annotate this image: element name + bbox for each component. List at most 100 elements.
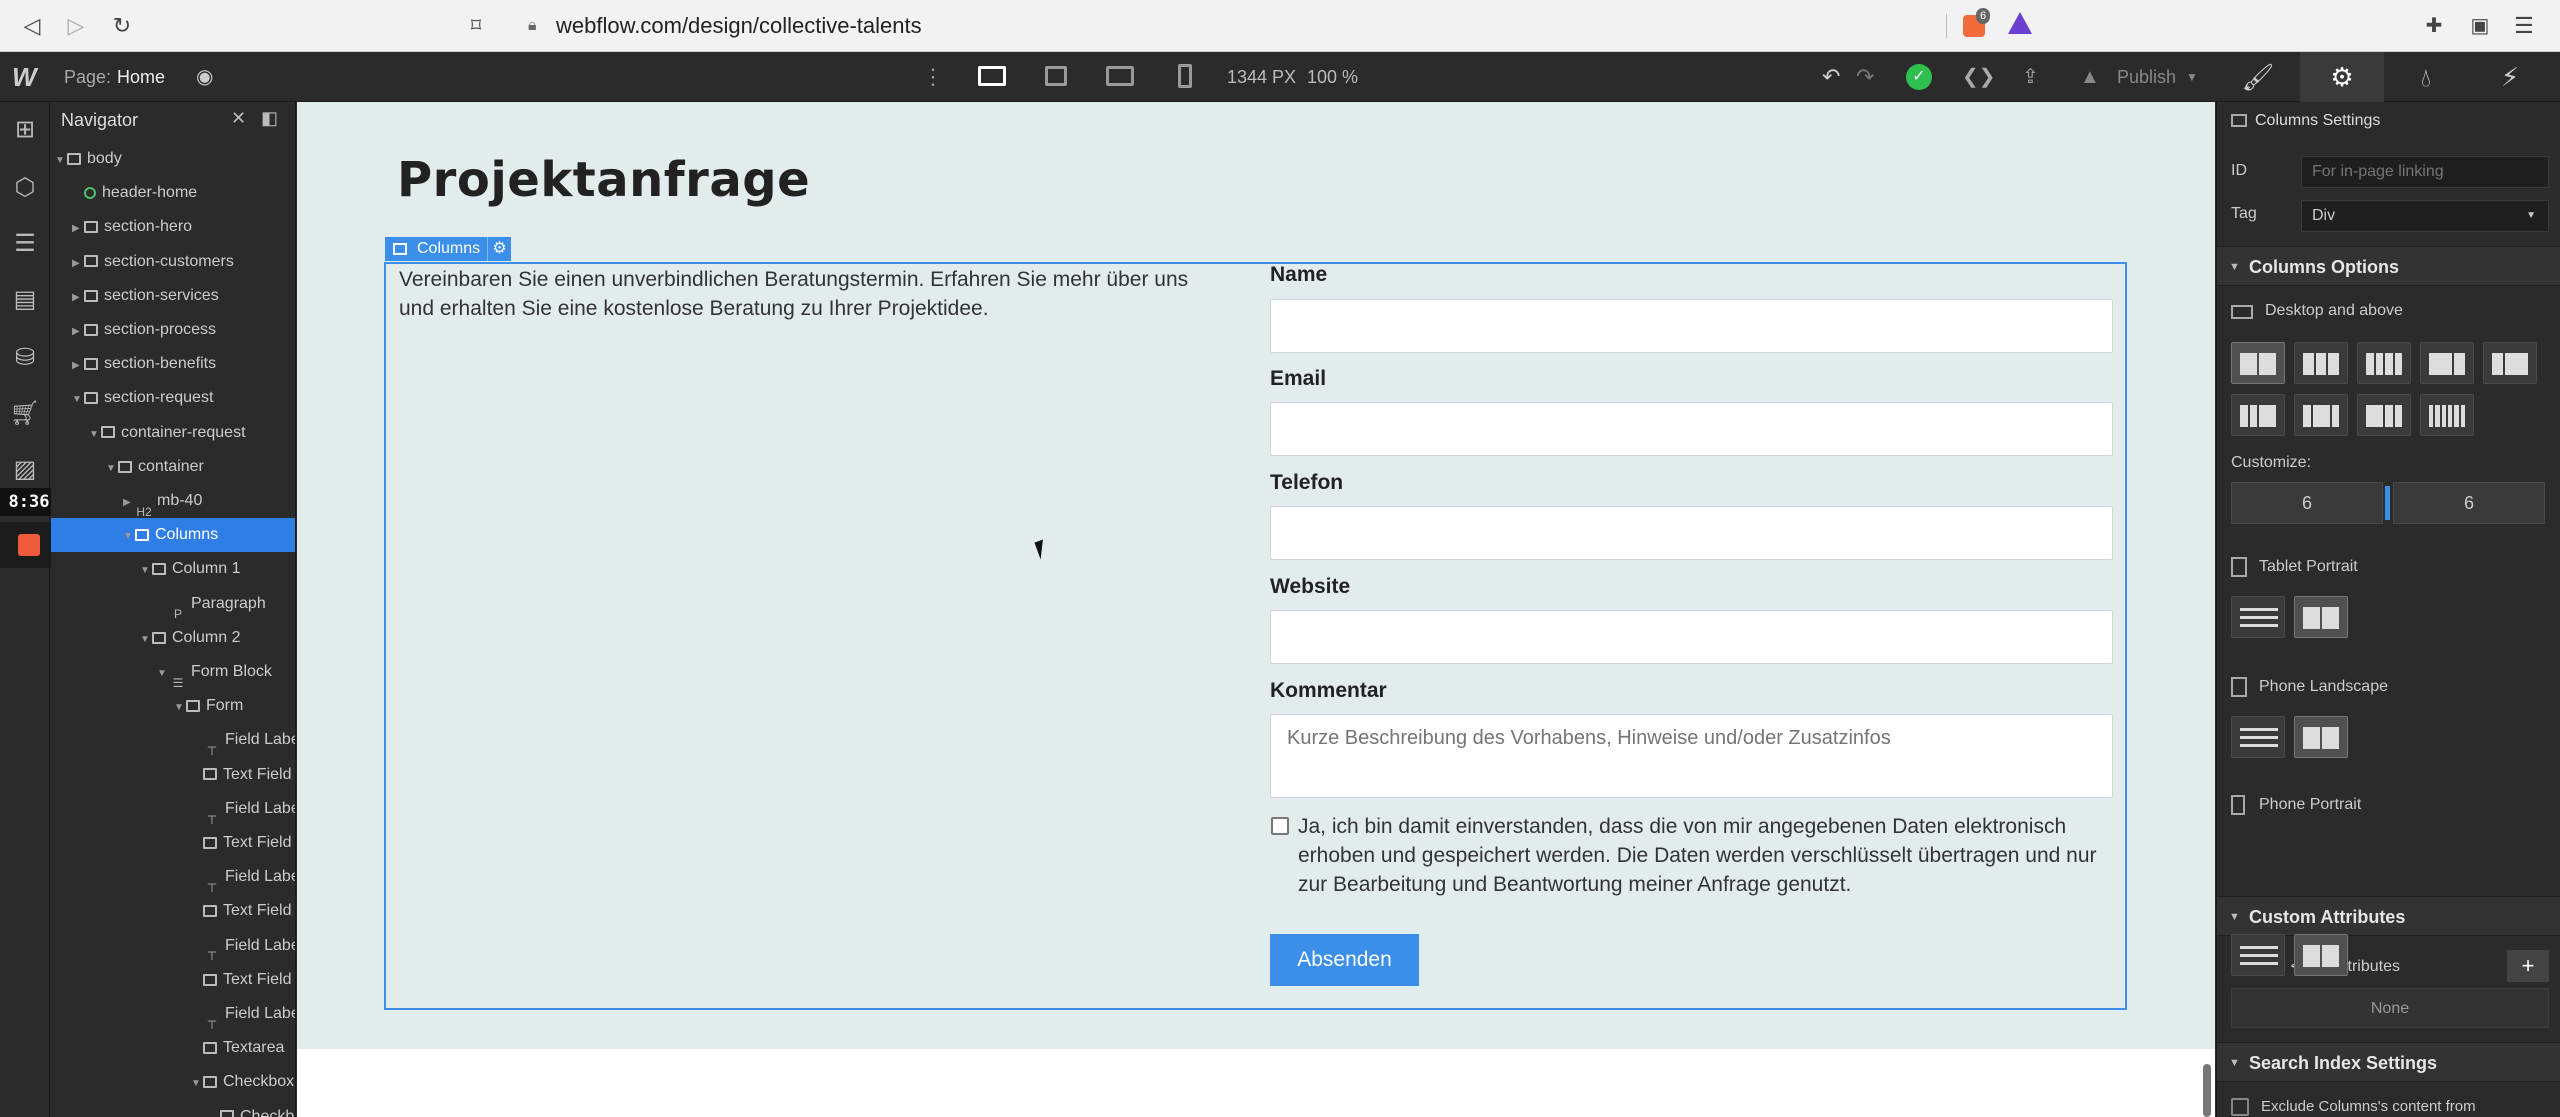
comment-textarea[interactable]	[1270, 714, 2113, 798]
style-tab-brush-icon[interactable]: 🖌︎	[2216, 52, 2300, 102]
navigator-item[interactable]: ▶ section-benefits	[51, 347, 295, 383]
name-field[interactable]	[1270, 299, 2113, 353]
caret-down-icon[interactable]: ▼	[123, 520, 135, 554]
navigator-item[interactable]: ▼ Column 2	[51, 621, 295, 655]
navigator-item[interactable]: Text Field	[51, 894, 295, 928]
exclude-checkbox[interactable]	[2231, 1098, 2249, 1116]
caret-down-icon[interactable]: ▼	[191, 1067, 203, 1101]
navigator-item[interactable]: ▼ Checkbox	[51, 1065, 295, 1101]
column-layout-preset[interactable]	[2357, 394, 2411, 436]
column-layout-preset[interactable]	[2231, 342, 2285, 384]
bookmark-icon[interactable]: ⌑	[462, 12, 490, 40]
close-icon[interactable]: ✕	[231, 108, 246, 129]
cms-database-icon[interactable]: ⛁	[9, 342, 41, 374]
navigator-item[interactable]: ▶ section-hero	[51, 210, 295, 246]
phone-field[interactable]	[1270, 506, 2113, 560]
email-field[interactable]	[1270, 402, 2113, 456]
custom-attributes-header[interactable]: ▼ Custom Attributes	[2217, 896, 2560, 936]
column-layout-preset[interactable]	[2420, 342, 2474, 384]
caret-right-icon[interactable]: ▶	[72, 315, 84, 349]
column-span-1[interactable]: 6	[2231, 482, 2383, 524]
more-options-icon[interactable]: ⋮	[922, 52, 944, 102]
stacked-layout-button[interactable]	[2231, 716, 2285, 758]
navigator-item[interactable]: P Paragraph	[51, 587, 295, 622]
stacked-layout-button[interactable]	[2231, 596, 2285, 638]
page-heading[interactable]: Projektanfrage	[397, 152, 810, 208]
rewards-icon[interactable]	[2008, 12, 2032, 34]
navigator-item[interactable]: ⊤ Field Labe	[51, 929, 295, 964]
navigator-item[interactable]: header-home	[51, 176, 295, 210]
preview-eye-icon[interactable]: ◉	[196, 52, 213, 102]
navigator-item[interactable]: Text Field	[51, 758, 295, 792]
back-icon[interactable]: ◁	[18, 12, 46, 40]
column-layout-preset[interactable]	[2231, 394, 2285, 436]
navigator-layers-icon[interactable]: ☰	[9, 228, 41, 260]
caret-down-icon[interactable]: ▼	[89, 418, 101, 452]
column-layout-preset[interactable]	[2483, 342, 2537, 384]
id-input[interactable]	[2301, 156, 2549, 188]
redo-icon[interactable]: ↷	[1856, 52, 1874, 102]
caret-right-icon[interactable]: ▶	[72, 349, 84, 383]
caret-down-icon[interactable]: ▼	[55, 144, 67, 178]
add-panel-plus-icon[interactable]: ⊞	[9, 114, 41, 146]
phone-breakpoint-button[interactable]	[1156, 58, 1212, 96]
pages-icon[interactable]: ▤	[9, 284, 41, 316]
design-canvas[interactable]: Projektanfrage Columns ⚙ Vereinbaren Sie…	[297, 102, 2215, 1117]
column-layout-preset[interactable]	[2294, 394, 2348, 436]
caret-down-icon[interactable]: ▼	[174, 691, 186, 725]
submit-button[interactable]: Absenden	[1270, 934, 1419, 986]
consent-checkbox[interactable]	[1271, 817, 1289, 835]
navigator-item[interactable]: Text Field	[51, 826, 295, 860]
caret-down-icon[interactable]: ▼	[157, 657, 169, 691]
assets-image-icon[interactable]: ▨	[9, 454, 41, 486]
caret-right-icon[interactable]: ▶	[72, 281, 84, 315]
stop-recording-icon[interactable]	[18, 534, 40, 556]
column-resize-handle[interactable]	[2385, 486, 2390, 520]
side-by-side-layout-button[interactable]	[2294, 596, 2348, 638]
columns-element-badge[interactable]: Columns	[385, 237, 489, 261]
tablet-landscape-breakpoint-button[interactable]	[1092, 58, 1148, 96]
style-manager-tab-drops-icon[interactable]: 💧︎	[2384, 52, 2468, 102]
side-by-side-layout-button[interactable]	[2294, 934, 2348, 976]
navigator-item[interactable]: ⊤ Field Labe	[51, 723, 295, 758]
column-layout-preset[interactable]	[2420, 394, 2474, 436]
navigator-item[interactable]: ▼☰ Form Block	[51, 655, 295, 691]
desktop-breakpoint-button[interactable]	[964, 58, 1020, 96]
page-name[interactable]: Home	[117, 52, 165, 102]
intro-paragraph[interactable]: Vereinbaren Sie einen unverbindlichen Be…	[399, 265, 1219, 323]
column-span-2[interactable]: 6	[2393, 482, 2545, 524]
navigator-item[interactable]: Text Field	[51, 963, 295, 997]
ecommerce-cart-icon[interactable]: 🛒︎	[9, 398, 41, 430]
code-export-icon[interactable]: ❮❯	[1962, 52, 1996, 102]
columns-options-header[interactable]: ▼ Columns Options	[2217, 246, 2560, 286]
caret-right-icon[interactable]: ▶	[72, 212, 84, 246]
navigator-item[interactable]: Textarea	[51, 1031, 295, 1065]
navigator-item[interactable]: ⊤ Field Labe	[51, 860, 295, 895]
navigator-item[interactable]: ⊤ Field Labe	[51, 997, 295, 1032]
navigator-item[interactable]: Checkb	[51, 1100, 295, 1117]
webflow-logo-icon[interactable]: W	[12, 52, 37, 102]
column-layout-preset[interactable]	[2294, 342, 2348, 384]
caret-down-icon[interactable]: ▼	[140, 554, 152, 588]
address-bar[interactable]: 🔒︎ webflow.com/design/collective-talents…	[518, 8, 2053, 42]
navigator-item[interactable]: ▶ section-services	[51, 279, 295, 315]
tag-select[interactable]: Div ▼	[2301, 200, 2549, 232]
publish-rocket-icon[interactable]: ▲	[2080, 52, 2100, 102]
navigator-item[interactable]: ▶H2 mb-40	[51, 484, 295, 519]
navigator-item[interactable]: ▼ container-request	[51, 416, 295, 452]
navigator-item[interactable]: ▼ section-request	[51, 381, 295, 415]
interactions-tab-bolt-icon[interactable]: ⚡︎	[2468, 52, 2552, 102]
canvas-scrollbar[interactable]	[2203, 1064, 2211, 1117]
reload-icon[interactable]: ↻	[108, 12, 136, 40]
navigator-item[interactable]: ▼ container	[51, 450, 295, 486]
extensions-icon[interactable]: ✚	[2420, 12, 2448, 40]
menu-icon[interactable]: ☰	[2510, 12, 2538, 40]
share-icon[interactable]: ⇪	[2022, 52, 2039, 102]
navigator-item[interactable]: ▶ section-process	[51, 313, 295, 349]
settings-tab-gear-icon[interactable]: ⚙	[2300, 52, 2384, 102]
publish-button[interactable]: Publish	[2117, 52, 2176, 102]
caret-down-icon[interactable]: ▼	[106, 452, 118, 486]
navigator-item[interactable]: ▼ body	[51, 142, 295, 178]
side-by-side-layout-button[interactable]	[2294, 716, 2348, 758]
navigator-item[interactable]: ▶ section-customers	[51, 245, 295, 279]
